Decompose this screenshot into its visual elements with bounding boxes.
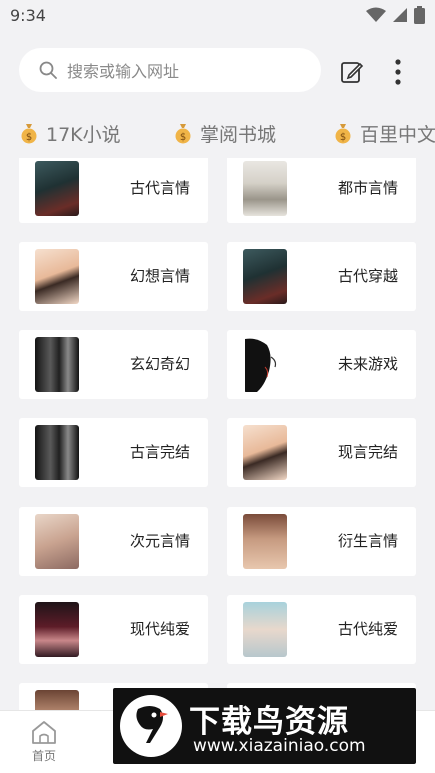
category-label: 次元言情 — [129, 532, 190, 550]
category-label: 古代穿越 — [337, 267, 398, 285]
search-icon — [39, 61, 57, 79]
search-input[interactable]: 搜索或输入网址 — [19, 48, 321, 92]
money-bag-icon: $ — [21, 124, 37, 144]
battery-icon — [414, 6, 425, 24]
source-tab-17k[interactable]: $ 17K小说 — [18, 112, 121, 154]
wifi-icon — [366, 7, 386, 22]
category-label: 玄幻奇幻 — [129, 355, 190, 373]
book-cover — [243, 514, 287, 569]
category-card[interactable]: 衍生言情 — [227, 507, 416, 576]
category-card[interactable]: 古代言情 — [19, 158, 208, 223]
source-tab-zhangyue[interactable]: $ 掌阅书城 — [172, 112, 276, 154]
category-card[interactable]: 玄幻奇幻 — [19, 330, 208, 399]
source-tab-label: 掌阅书城 — [200, 123, 277, 146]
bird-logo-icon — [120, 695, 182, 757]
search-placeholder: 搜索或输入网址 — [67, 62, 180, 81]
category-card[interactable]: 现言完结 — [227, 418, 416, 487]
source-tabs: $ 17K小说 $ 掌阅书城 $ 百里中文 — [0, 112, 435, 154]
status-bar: 9:34 — [0, 0, 435, 30]
category-card[interactable]: 古言完结 — [19, 418, 208, 487]
top-toolbar: 搜索或输入网址 — [0, 40, 435, 100]
money-bag-icon: $ — [175, 124, 191, 144]
category-grid: 古代言情 都市言情 幻想言情 古代穿越 玄幻奇幻 未来游戏 古言完结 现言完结 … — [0, 158, 435, 710]
book-cover — [243, 337, 287, 392]
status-time: 9:34 — [10, 5, 46, 25]
status-icons — [366, 6, 425, 24]
source-tab-baili[interactable]: $ 百里中文 — [332, 112, 435, 154]
source-tab-label: 17K小说 — [46, 123, 121, 146]
book-cover — [243, 249, 287, 304]
book-cover — [243, 425, 287, 480]
browser-home-page: 9:34 搜索或输入网址 $ 17K小说 $ 掌阅书城 $ 百里中文 古代言情 … — [0, 0, 435, 773]
svg-text:$: $ — [180, 132, 186, 143]
more-options-button[interactable] — [386, 56, 410, 88]
watermark-title: 下载鸟资源 — [189, 704, 349, 740]
category-label: 现言完结 — [337, 443, 398, 461]
category-label: 未来游戏 — [337, 355, 398, 373]
signal-icon — [393, 8, 407, 22]
book-cover — [243, 602, 287, 657]
home-icon — [32, 721, 56, 744]
category-label: 现代纯爱 — [129, 620, 190, 638]
book-cover — [35, 161, 79, 216]
money-bag-icon: $ — [335, 124, 351, 144]
category-card[interactable]: 古代纯爱 — [227, 595, 416, 664]
category-label: 古代言情 — [129, 179, 190, 197]
more-vertical-icon — [395, 59, 401, 85]
book-cover — [35, 249, 79, 304]
category-card[interactable]: 都市言情 — [227, 158, 416, 223]
watermark-url: www.xiazainiao.com — [193, 736, 366, 756]
category-label: 幻想言情 — [129, 267, 190, 285]
svg-text:$: $ — [26, 132, 32, 143]
book-cover — [243, 161, 287, 216]
category-label: 古言完结 — [129, 443, 190, 461]
svg-text:$: $ — [340, 132, 346, 143]
nav-home-label: 首页 — [31, 749, 56, 763]
book-cover — [35, 514, 79, 569]
book-cover — [35, 602, 79, 657]
category-card[interactable]: 古代穿越 — [227, 242, 416, 311]
edit-icon — [341, 62, 364, 83]
category-label: 都市言情 — [337, 179, 398, 197]
book-cover — [35, 690, 79, 710]
category-card[interactable]: 现代纯爱 — [19, 595, 208, 664]
category-card[interactable]: 未来游戏 — [227, 330, 416, 399]
category-label: 古代纯爱 — [337, 620, 398, 638]
edit-button[interactable] — [338, 58, 366, 86]
watermark-banner: 下载鸟资源 www.xiazainiao.com — [113, 688, 416, 764]
source-tab-label: 百里中文 — [360, 123, 435, 146]
book-cover — [35, 337, 79, 392]
nav-home[interactable]: 首页 — [20, 719, 68, 771]
book-cover — [35, 425, 79, 480]
category-card[interactable]: 幻想言情 — [19, 242, 208, 311]
category-card[interactable]: 次元言情 — [19, 507, 208, 576]
category-label: 衍生言情 — [337, 532, 398, 550]
